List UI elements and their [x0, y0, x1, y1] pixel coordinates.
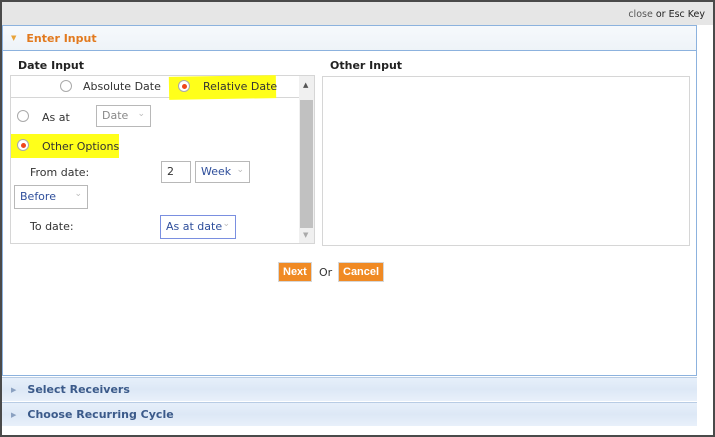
from-date-unit-select[interactable]: Week ⌄ [195, 161, 250, 183]
to-date-label: To date: [30, 220, 74, 233]
other-options-label: Other Options [42, 140, 120, 153]
scroll-up-icon[interactable]: ▲ [303, 81, 308, 89]
other-input-label: Other Input [330, 59, 403, 72]
or-label: Or [319, 266, 333, 279]
caret-right-icon: ▶ [11, 410, 17, 419]
next-button[interactable]: Next [278, 262, 312, 282]
from-date-label: From date: [30, 166, 90, 179]
scrollbar[interactable]: ▲ ▼ [299, 76, 314, 243]
from-date-number-input[interactable]: 2 [161, 161, 191, 183]
as-at-label: As at [42, 111, 70, 124]
section-select-receivers[interactable]: ▶ Select Receivers [2, 377, 697, 401]
scroll-down-icon[interactable]: ▼ [303, 231, 308, 239]
unit-value: Week [201, 165, 232, 178]
close-link[interactable]: close [628, 9, 652, 20]
dialog-titlebar: close or Esc Key [2, 2, 713, 25]
close-hint: close or Esc Key [628, 9, 705, 20]
absolute-date-label: Absolute Date [83, 80, 161, 93]
to-date-select[interactable]: As at date ⌄ [160, 215, 236, 239]
chevron-down-icon: ⌄ [74, 189, 82, 199]
relative-date-radio[interactable] [178, 80, 190, 92]
date-input-label: Date Input [18, 59, 84, 72]
chevron-down-icon: ⌄ [222, 219, 230, 229]
date-input-box: Absolute Date Relative Date As at Date ⌄ … [10, 75, 315, 244]
other-options-radio[interactable] [17, 139, 29, 151]
to-date-value: As at date [166, 220, 223, 233]
section-choose-recurring-cycle[interactable]: ▶ Choose Recurring Cycle [2, 402, 697, 426]
enter-input-header[interactable]: ▼ Enter Input [3, 26, 696, 51]
from-date-direction-select[interactable]: Before ⌄ [14, 185, 88, 209]
scrollbar-thumb[interactable] [300, 100, 313, 228]
absolute-date-radio[interactable] [60, 80, 72, 92]
panel-title: Enter Input [26, 31, 97, 45]
caret-right-icon: ▶ [11, 385, 17, 394]
cancel-button[interactable]: Cancel [338, 262, 385, 282]
section-title: Select Receivers [27, 383, 130, 396]
chevron-down-icon: ⌄ [236, 165, 244, 175]
as-at-select[interactable]: Date ⌄ [96, 105, 151, 127]
as-at-radio[interactable] [17, 110, 29, 122]
esc-hint: or Esc Key [652, 9, 705, 20]
as-at-value: Date [102, 109, 129, 122]
other-input-box [322, 76, 690, 246]
section-title: Choose Recurring Cycle [27, 408, 174, 421]
relative-date-label: Relative Date [203, 80, 278, 93]
direction-value: Before [20, 190, 56, 203]
caret-down-icon: ▼ [11, 34, 17, 42]
chevron-down-icon: ⌄ [137, 109, 145, 119]
